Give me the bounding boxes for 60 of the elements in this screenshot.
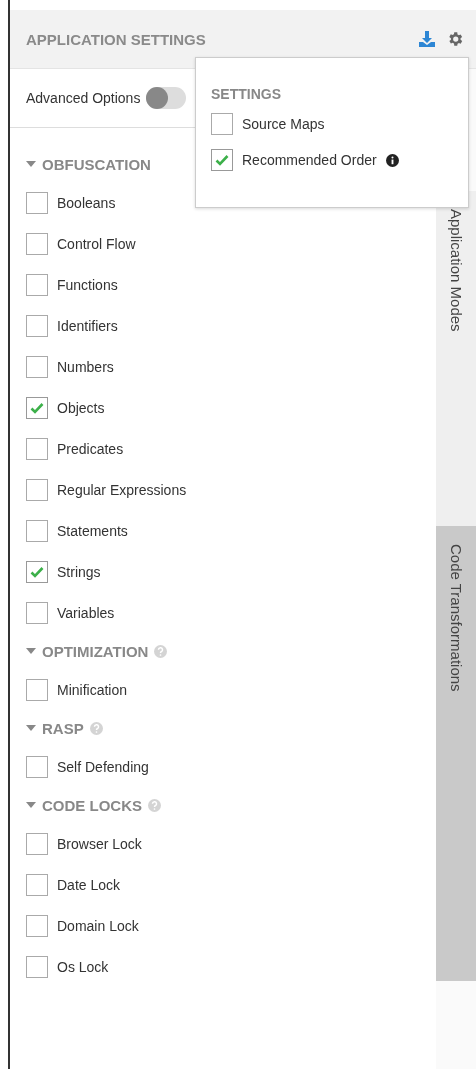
checkbox[interactable] (26, 873, 48, 896)
checkbox[interactable] (211, 149, 233, 171)
option-label: Regular Expressions (57, 481, 187, 498)
section-title: OBFUSCATION (42, 155, 151, 173)
checkbox[interactable] (26, 191, 48, 214)
option-label: Browser Lock (57, 835, 142, 852)
panel-title: APPLICATION SETTINGS (26, 30, 207, 48)
option-label: Predicates (57, 440, 124, 457)
checkbox[interactable] (26, 478, 48, 501)
help-icon[interactable] (89, 721, 103, 735)
checkbox[interactable] (26, 519, 48, 542)
caret-icon[interactable] (26, 801, 36, 809)
check-icon (215, 154, 229, 166)
option-label: Os Lock (57, 958, 109, 975)
option-label: Minification (57, 681, 128, 698)
download-icon[interactable] (416, 28, 438, 50)
checkbox[interactable] (26, 914, 48, 937)
checkbox[interactable] (26, 955, 48, 978)
option-label: Variables (57, 604, 115, 621)
checkbox[interactable] (26, 232, 48, 255)
caret-icon[interactable] (26, 160, 36, 168)
option-label: Self Defending (57, 758, 149, 775)
checkbox[interactable] (26, 273, 48, 296)
option-label: Booleans (57, 194, 116, 211)
caret-icon[interactable] (26, 647, 36, 655)
option-label: Recommended Order (242, 152, 377, 168)
checkbox[interactable] (26, 396, 48, 419)
option-label: Strings (57, 563, 101, 580)
checkbox[interactable] (26, 755, 48, 778)
caret-icon[interactable] (26, 724, 36, 732)
side-tab[interactable]: Application Modes (436, 191, 476, 526)
side-tab[interactable]: Code Transformations (436, 526, 476, 981)
check-icon (30, 401, 44, 414)
checkbox[interactable] (26, 355, 48, 378)
help-icon[interactable] (148, 798, 161, 812)
checkbox[interactable] (26, 314, 48, 337)
checkbox[interactable] (26, 560, 48, 583)
checkbox[interactable] (26, 832, 48, 855)
checkbox[interactable] (26, 678, 48, 701)
info-icon[interactable] (385, 153, 399, 167)
option-label: Control Flow (57, 235, 136, 252)
help-icon[interactable] (154, 644, 168, 658)
option-label: Source Maps (242, 116, 325, 132)
advanced-options-label: Advanced Options (26, 90, 141, 106)
checkbox[interactable] (26, 437, 48, 460)
option-label: Date Lock (57, 876, 121, 893)
option-label: Objects (57, 399, 105, 416)
option-label: Domain Lock (57, 917, 139, 934)
section-title: CODE LOCKS (42, 796, 142, 814)
toggle-switch[interactable] (146, 87, 187, 109)
section-title: RASP (42, 719, 84, 737)
option-label: Statements (57, 522, 128, 539)
option-label: Identifiers (57, 317, 118, 334)
check-icon (30, 565, 44, 578)
option-label: Functions (57, 276, 118, 293)
checkbox[interactable] (211, 113, 233, 135)
option-label: Numbers (57, 358, 114, 375)
section-title: OPTIMIZATION (42, 642, 149, 660)
checkbox[interactable] (26, 601, 48, 624)
popup-title: SETTINGS (211, 86, 282, 102)
